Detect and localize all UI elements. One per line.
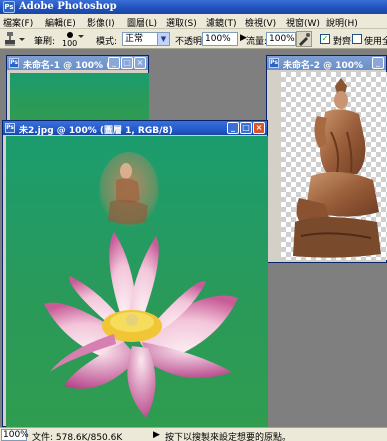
menu-image[interactable]: 影像(I) bbox=[87, 16, 115, 29]
flow-label: 流量: bbox=[246, 37, 268, 47]
zoom-field[interactable]: 100% bbox=[1, 429, 29, 441]
options-bar: 筆刷: 100 模式: 正常 ▼ 不透明: 100% ▶ 流量: 100% ✓ … bbox=[0, 29, 387, 49]
guanyin-statue-image bbox=[293, 78, 381, 258]
use-all-layers-label: 使用全圖 bbox=[364, 37, 387, 47]
document-icon: Ps bbox=[9, 58, 19, 68]
status-hint: 按下以搜製來設定想要的原點。 bbox=[165, 433, 292, 441]
document-window-untitled-2[interactable]: Ps 未命名-2 @ 100% _ bbox=[266, 55, 387, 263]
status-menu-arrow-icon[interactable]: ▶ bbox=[153, 430, 160, 440]
menu-edit[interactable]: 編輯(E) bbox=[45, 16, 76, 29]
document-icon: Ps bbox=[269, 58, 279, 68]
window-title: 未命名-2 @ 100% bbox=[283, 61, 364, 70]
chevron-down-icon: ▼ bbox=[157, 33, 169, 45]
menu-help[interactable]: 說明(H) bbox=[326, 16, 358, 29]
mode-label: 模式: bbox=[96, 37, 118, 47]
opacity-input[interactable]: 100% bbox=[202, 32, 238, 46]
menu-select[interactable]: 選取(S) bbox=[166, 16, 197, 29]
use-all-layers-checkbox[interactable] bbox=[352, 34, 362, 44]
document-window-main[interactable]: Ps 未2.jpg @ 100% (圖層 1, RGB/8) _ □ × bbox=[2, 120, 268, 427]
menu-view[interactable]: 檢視(V) bbox=[245, 16, 276, 29]
canvas[interactable] bbox=[281, 72, 387, 260]
window-title-bar[interactable]: Ps 未2.jpg @ 100% (圖層 1, RGB/8) _ □ × bbox=[3, 121, 267, 135]
airbrush-icon[interactable] bbox=[296, 31, 312, 47]
clone-stamp-tool-icon[interactable] bbox=[3, 31, 27, 47]
restore-button[interactable]: □ bbox=[121, 57, 133, 69]
menu-filter[interactable]: 濾鏡(T) bbox=[206, 16, 237, 29]
window-title-bar[interactable]: Ps 未命名-1 @ 100% (圖 _ □ × bbox=[7, 56, 148, 70]
menu-file[interactable]: 檔案(F) bbox=[3, 16, 33, 29]
opacity-label: 不透明: bbox=[175, 37, 206, 47]
close-button[interactable]: × bbox=[134, 57, 146, 69]
document-icon: Ps bbox=[5, 123, 15, 133]
canvas[interactable] bbox=[10, 73, 149, 125]
lotus-composition-image bbox=[44, 152, 238, 418]
minimize-button[interactable]: _ bbox=[227, 122, 239, 134]
menu-layer[interactable]: 圖層(L) bbox=[127, 16, 157, 29]
aligned-label: 對齊 bbox=[333, 37, 352, 47]
minimize-button[interactable]: _ bbox=[108, 57, 120, 69]
close-button[interactable]: × bbox=[253, 122, 265, 134]
app-title: Adobe Photoshop bbox=[19, 1, 117, 12]
status-bar: 100% 文件: 578.6K/850.6K ▶ 按下以搜製來設定想要的原點。 bbox=[0, 427, 387, 441]
flow-input[interactable]: 100% bbox=[266, 32, 296, 46]
opacity-value: 100% bbox=[205, 34, 231, 44]
window-title-bar[interactable]: Ps 未命名-2 @ 100% _ bbox=[267, 56, 386, 70]
menu-window[interactable]: 視窗(W) bbox=[286, 16, 320, 29]
window-title: 未2.jpg @ 100% (圖層 1, RGB/8) bbox=[19, 126, 173, 135]
flow-value: 100% bbox=[269, 34, 295, 44]
window-title: 未命名-1 @ 100% (圖 bbox=[23, 61, 120, 70]
photoshop-logo-icon: Ps bbox=[3, 1, 15, 13]
minimize-button[interactable]: _ bbox=[372, 57, 384, 69]
brush-size: 100 bbox=[62, 39, 78, 48]
document-window-untitled-1[interactable]: Ps 未命名-1 @ 100% (圖 _ □ × bbox=[6, 55, 149, 125]
mode-select[interactable]: 正常 ▼ bbox=[122, 32, 170, 46]
maximize-button[interactable]: □ bbox=[240, 122, 252, 134]
aligned-checkbox[interactable]: ✓ bbox=[320, 34, 330, 44]
document-size: 文件: 578.6K/850.6K bbox=[32, 433, 123, 441]
menu-bar: 檔案(F) 編輯(E) 影像(I) 圖層(L) 選取(S) 濾鏡(T) 檢視(V… bbox=[0, 14, 387, 29]
brush-picker[interactable]: 100 bbox=[62, 30, 84, 48]
mode-value: 正常 bbox=[125, 34, 144, 44]
canvas[interactable] bbox=[6, 136, 268, 427]
app-title-bar: Ps Adobe Photoshop bbox=[0, 0, 387, 14]
brush-label: 筆刷: bbox=[34, 37, 56, 47]
